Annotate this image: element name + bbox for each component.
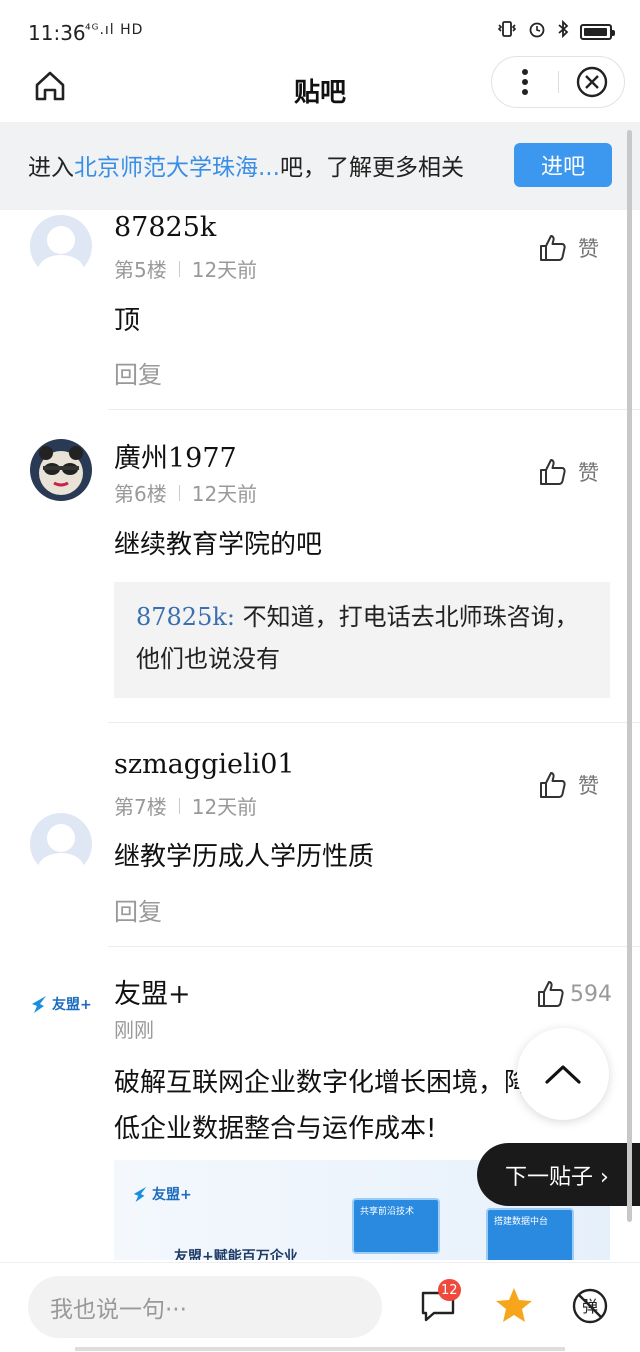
close-icon [576, 66, 608, 98]
umeng-logo-icon [32, 996, 46, 1013]
ad-avatar-brand: 友盟+ [52, 997, 92, 1013]
gesture-indicator [0, 1347, 640, 1351]
mini-program-capsule [491, 56, 625, 108]
danmaku-toggle-button[interactable]: 弹 [571, 1287, 609, 1329]
thumbs-up-icon [540, 772, 566, 798]
bluetooth-icon [556, 19, 570, 43]
avatar[interactable] [30, 215, 92, 277]
join-forum-banner: 进入北京师范大学珠海...吧，了解更多相关 进吧 [0, 122, 640, 210]
post-divider [108, 409, 640, 410]
like-label: 赞 [578, 237, 599, 261]
next-post-button[interactable]: 下一贴子 › [477, 1143, 640, 1206]
nav-bar: 贴吧 [0, 56, 640, 122]
banner-suffix: 吧，了解更多相关 [279, 155, 464, 181]
avatar[interactable] [30, 439, 92, 501]
ad-image-card: 搭建数据中台 [486, 1208, 574, 1260]
comments-button[interactable]: 12 [420, 1279, 461, 1323]
alarm-icon [528, 20, 546, 43]
post-content: 顶 [114, 306, 141, 336]
panda-avatar-image [39, 446, 83, 495]
ad-like-count: 594 [570, 981, 612, 1007]
bottom-bar: 我也说一句··· 12 弹 [0, 1262, 640, 1352]
post-meta: 第6楼 12天前 [114, 478, 257, 507]
post-content: 继续教育学院的吧 [114, 530, 323, 560]
post-floor: 第6楼 [114, 482, 167, 506]
post-divider [108, 722, 640, 723]
status-time: 11:36 [28, 21, 86, 45]
like-button[interactable]: 赞 [538, 233, 599, 263]
post-meta: 第5楼 12天前 [114, 254, 257, 283]
avatar[interactable] [30, 813, 92, 875]
umeng-logo-icon [133, 1186, 147, 1202]
favorite-button[interactable] [494, 1285, 534, 1329]
thumbs-up-icon [540, 235, 566, 261]
banner-prefix: 进入 [28, 155, 74, 181]
post-time: 12天前 [191, 795, 258, 819]
post-floor: 第5楼 [114, 258, 167, 282]
like-label: 赞 [578, 774, 599, 798]
ad-image-brand: 友盟+ [132, 1184, 192, 1204]
chevron-up-icon [545, 1065, 581, 1084]
more-button[interactable] [492, 57, 558, 107]
comment-count-badge: 12 [438, 1279, 461, 1301]
join-forum-button[interactable]: 进吧 [514, 143, 612, 187]
thumbs-up-icon [538, 981, 564, 1007]
star-icon [496, 1288, 532, 1322]
network-indicator: ⁴ᴳ.ıl HD [85, 22, 144, 38]
battery-icon [580, 23, 615, 40]
reply-link[interactable]: 回复 [114, 892, 162, 927]
reply-quote[interactable]: 87825k: 不知道，打电话去北师珠咨询，他们也说没有 [114, 582, 610, 698]
ad-image-card: 共享前沿技术 [352, 1198, 440, 1254]
scroll-to-top-button[interactable] [517, 1028, 609, 1120]
status-bar: 11:36 ⁴ᴳ.ıl HD [0, 0, 640, 62]
banner-forum-name[interactable]: 北京师范大学珠海... [74, 155, 280, 181]
reply-link[interactable]: 回复 [114, 355, 162, 390]
more-icon [522, 69, 528, 95]
thumbs-up-icon [540, 459, 566, 485]
ad-content: 破解互联网企业数字化增长困境，降低企业数据整合与运作成本! [114, 1068, 530, 1144]
post-username[interactable]: 廣州1977 [114, 436, 237, 475]
comment-input[interactable]: 我也说一句··· [28, 1276, 382, 1338]
close-button[interactable] [559, 57, 625, 107]
ad-time: 刚刚 [114, 1018, 154, 1042]
danmaku-off-icon: 弹 [572, 1288, 608, 1324]
post-time: 12天前 [191, 258, 258, 282]
like-label: 赞 [578, 461, 599, 485]
post-floor: 第7楼 [114, 795, 167, 819]
post-username[interactable]: szmaggieli01 [114, 749, 295, 780]
banner-text: 进入北京师范大学珠海...吧，了解更多相关 [28, 148, 498, 182]
like-button[interactable]: 赞 [538, 770, 599, 800]
ad-username[interactable]: 友盟+ [114, 972, 191, 1011]
like-button[interactable]: 赞 [538, 457, 599, 487]
vibrate-icon [496, 20, 518, 43]
post-meta: 第7楼 12天前 [114, 791, 257, 820]
ad-image-brand-text: 友盟+ [152, 1187, 192, 1203]
ad-image-caption: 友盟+赋能百万企业 [174, 1249, 298, 1260]
scrollbar[interactable] [627, 130, 632, 1222]
status-icons [496, 19, 615, 43]
post-divider [108, 946, 640, 947]
quote-username[interactable]: 87825k: [136, 603, 235, 631]
ad-like-button[interactable]: 594 [536, 979, 612, 1009]
post-content: 继教学历成人学历性质 [114, 842, 375, 872]
ad-avatar-logo[interactable]: 友盟+ [30, 994, 92, 1014]
post-time: 12天前 [191, 482, 258, 506]
post-username[interactable]: 87825k [114, 212, 216, 243]
